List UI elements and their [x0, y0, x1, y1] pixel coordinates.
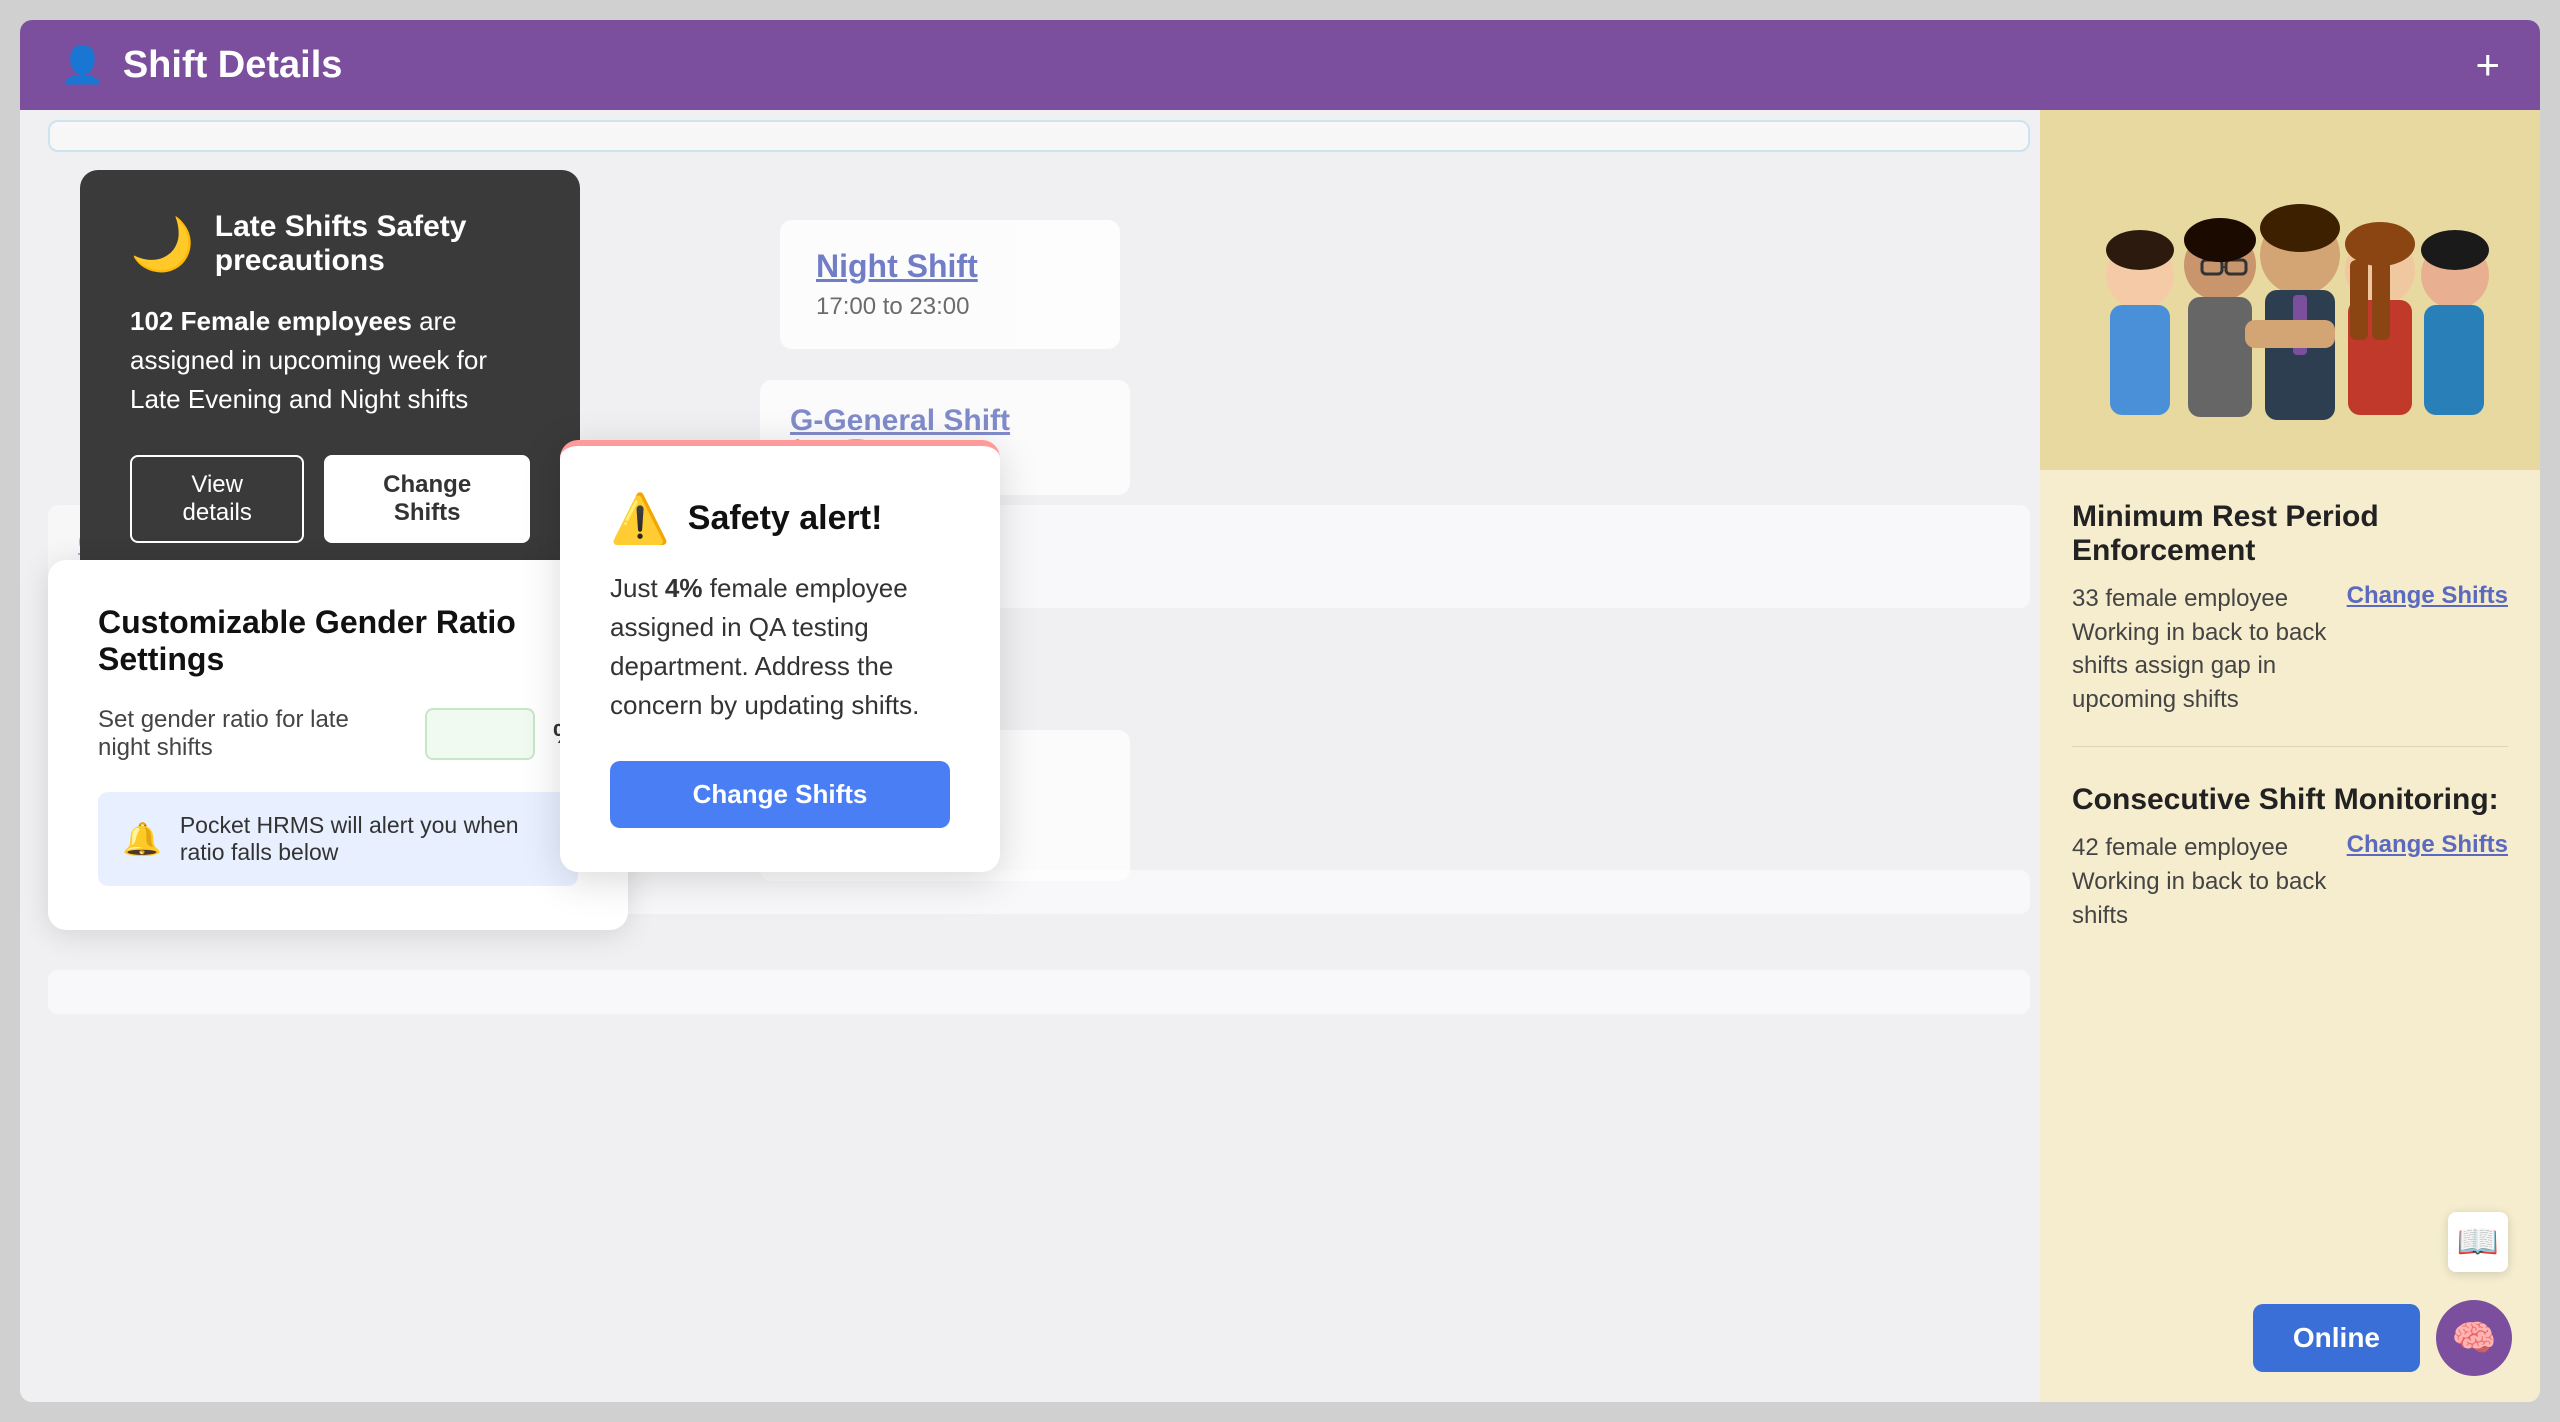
- safety-alert-card: ⚠️ Safety alert! Just 4% female employee…: [560, 440, 1000, 872]
- night-shift-time: 17:00 to 23:00: [816, 293, 1084, 321]
- rest-period-text: 33 female employee Working in back to ba…: [2072, 582, 2327, 716]
- alert-notice: 🔔 Pocket HRMS will alert you when ratio …: [98, 792, 578, 886]
- gender-ratio-input[interactable]: [425, 708, 535, 760]
- people-illustration: [2060, 120, 2520, 460]
- alert-body-rest: female employee assigned in QA testing d…: [610, 573, 919, 720]
- brain-button[interactable]: 🧠: [2436, 1300, 2512, 1376]
- safety-card-bold: 102 Female employees: [130, 306, 412, 336]
- moon-icon: 🌙: [130, 214, 195, 275]
- right-panel: Minimum Rest Period Enforcement 33 femal…: [2040, 110, 2540, 1402]
- main-content: Night Shift 17:00 to 23:00 G-General Shi…: [20, 110, 2540, 1402]
- change-shifts-button-dark[interactable]: Change Shifts: [324, 455, 530, 543]
- consecutive-section: Consecutive Shift Monitoring: 42 female …: [2072, 783, 2508, 932]
- header-icon: 👤: [60, 44, 105, 86]
- consecutive-change-link[interactable]: Change Shifts: [2347, 831, 2508, 859]
- consecutive-title: Consecutive Shift Monitoring:: [2072, 783, 2508, 817]
- gender-ratio-row: Set gender ratio for late night shifts %: [98, 706, 578, 762]
- rest-period-section: Minimum Rest Period Enforcement 33 femal…: [2072, 500, 2508, 747]
- safety-card-header: 🌙 Late Shifts Safety precautions: [130, 210, 530, 278]
- page-title: Shift Details: [123, 44, 343, 87]
- warning-icon: ⚠️: [610, 490, 670, 547]
- alert-body: Just 4% female employee assigned in QA t…: [610, 569, 950, 725]
- night-shift-title[interactable]: Night Shift: [816, 248, 1084, 285]
- g-general-title[interactable]: G-General Shift: [790, 404, 1100, 438]
- consecutive-body: 42 female employee Working in back to ba…: [2072, 831, 2508, 932]
- alert-notice-text: Pocket HRMS will alert you when ratio fa…: [180, 812, 554, 866]
- consecutive-text: 42 female employee Working in back to ba…: [2072, 831, 2327, 932]
- alert-header: ⚠️ Safety alert!: [610, 490, 950, 547]
- rest-period-body: 33 female employee Working in back to ba…: [2072, 582, 2508, 716]
- team-image: [2040, 110, 2540, 470]
- safety-card-buttons: View details Change Shifts: [130, 455, 530, 543]
- gender-ratio-title: Customizable Gender Ratio Settings: [98, 604, 578, 678]
- gender-ratio-card: Customizable Gender Ratio Settings Set g…: [48, 560, 628, 930]
- view-details-button[interactable]: View details: [130, 455, 304, 543]
- gender-ratio-label: Set gender ratio for late night shifts: [98, 706, 407, 762]
- header-left: 👤 Shift Details: [60, 44, 342, 87]
- night-shift-card: Night Shift 17:00 to 23:00: [780, 220, 1120, 349]
- change-shifts-button-blue[interactable]: Change Shifts: [610, 761, 950, 828]
- safety-precautions-card: 🌙 Late Shifts Safety precautions 102 Fem…: [80, 170, 580, 583]
- add-button[interactable]: +: [2475, 41, 2500, 89]
- rest-period-change-link[interactable]: Change Shifts: [2347, 582, 2508, 610]
- safety-card-body: 102 Female employees are assigned in upc…: [130, 302, 530, 419]
- online-badge: Online: [2253, 1304, 2420, 1372]
- bottom-row-2: [48, 970, 2030, 1014]
- rest-period-title: Minimum Rest Period Enforcement: [2072, 500, 2508, 568]
- alert-percent: 4%: [665, 573, 703, 603]
- safety-card-title: Late Shifts Safety precautions: [215, 210, 530, 278]
- alert-title: Safety alert!: [688, 499, 883, 538]
- top-bar: [48, 120, 2030, 152]
- right-panel-content: Minimum Rest Period Enforcement 33 femal…: [2040, 470, 2540, 962]
- header: 👤 Shift Details +: [20, 20, 2540, 110]
- book-button[interactable]: 📖: [2448, 1212, 2508, 1272]
- app-window: 👤 Shift Details + Night Shift 17:00 to 2…: [20, 20, 2540, 1402]
- bell-icon: 🔔: [122, 820, 162, 858]
